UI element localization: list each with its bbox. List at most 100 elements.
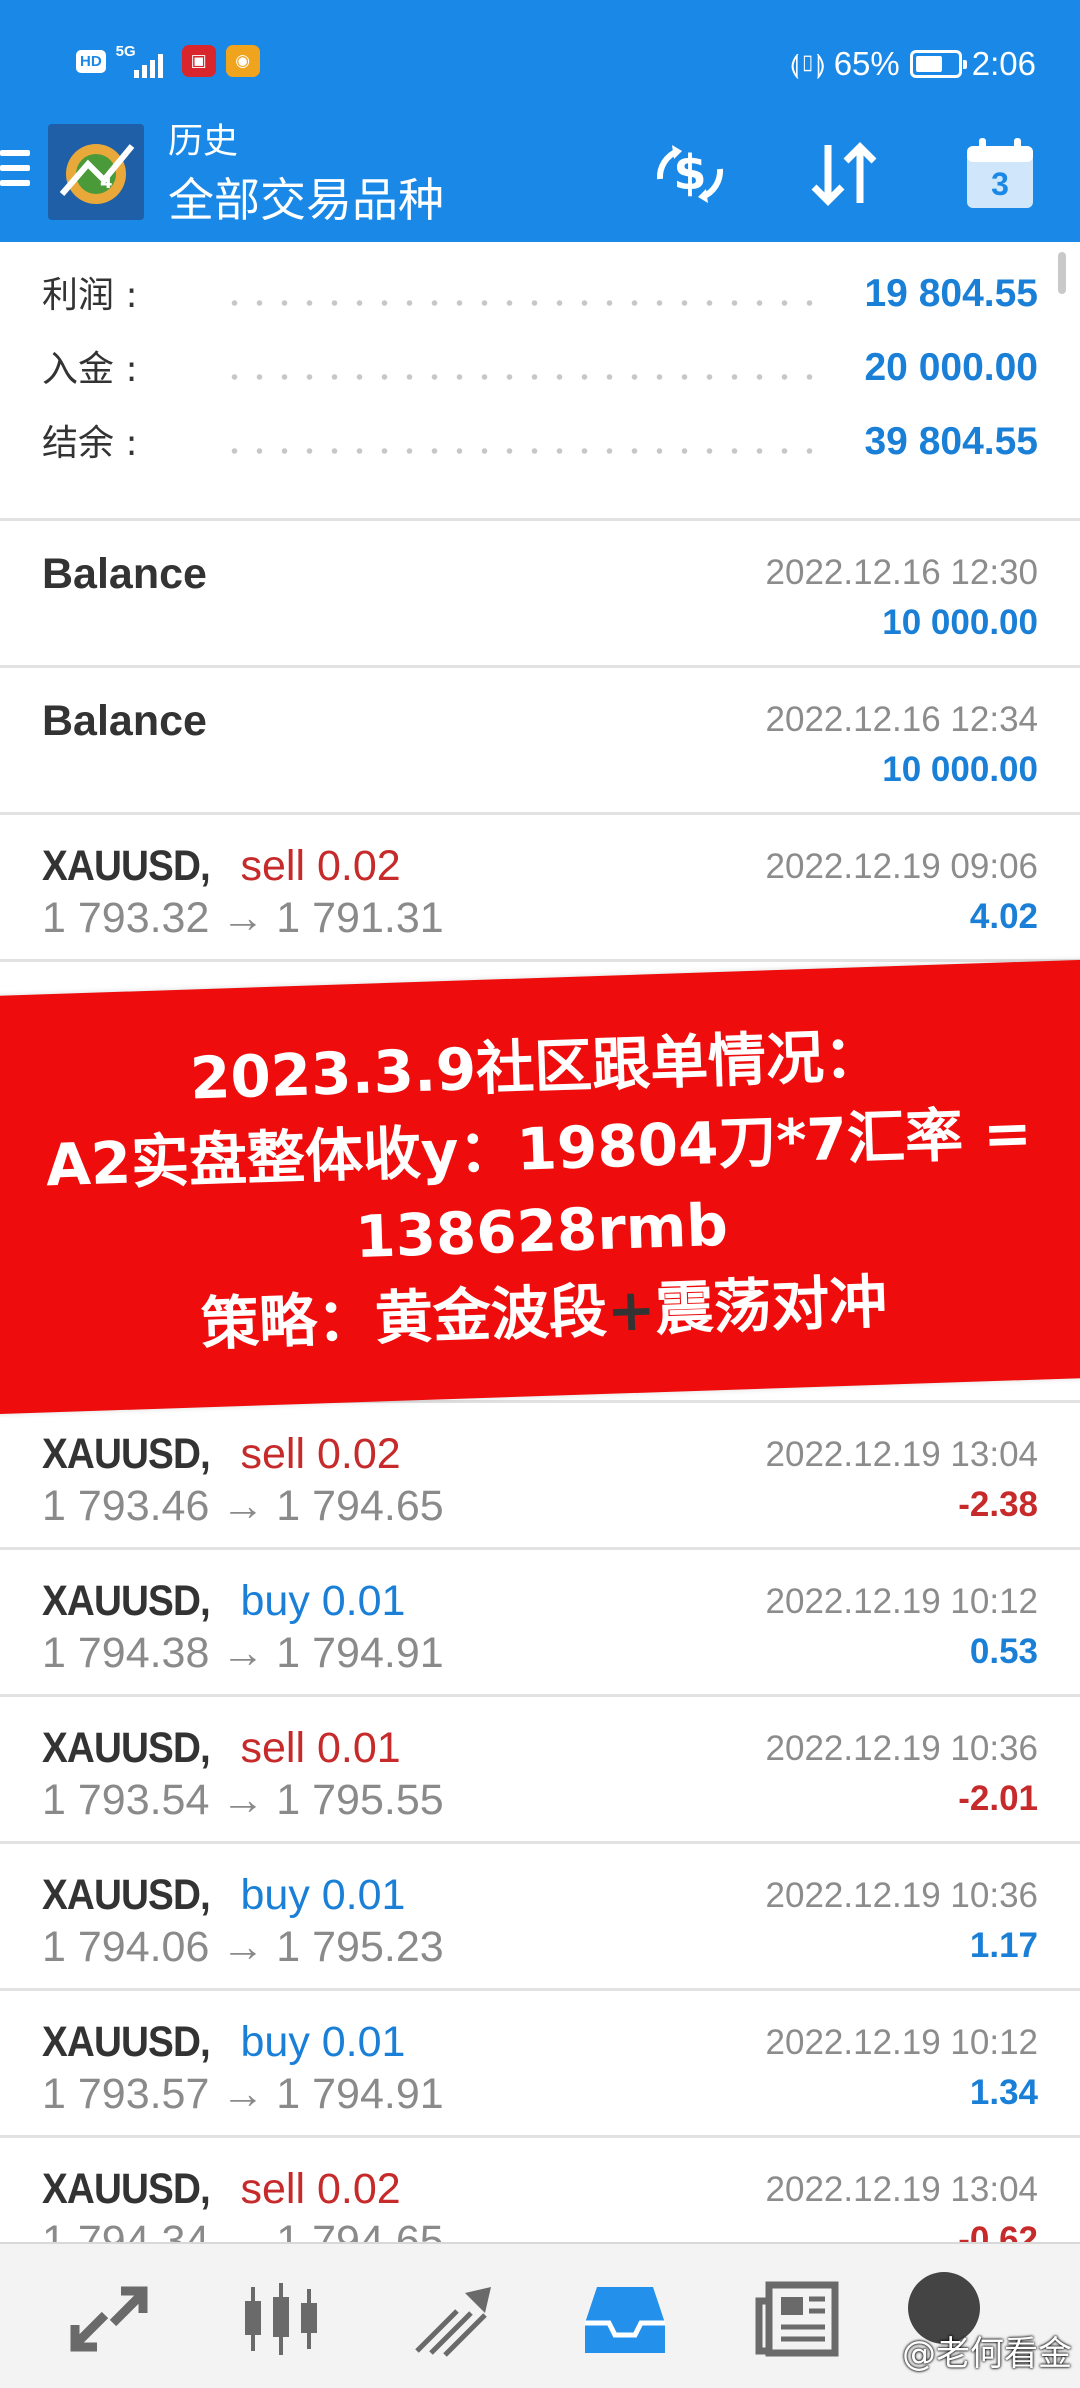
menu-icon[interactable]	[0, 150, 30, 198]
row-title: XAUUSD, sell 0.02	[42, 1429, 401, 1479]
row-prices: 1 793.54 → 1 795.55	[42, 1776, 444, 1824]
row-side: buy 0.01	[240, 1871, 406, 1919]
summary-panel: 利润 : 19 804.55 入金 : 20 000.00 结余 : 39 80…	[0, 262, 1080, 520]
signal-icon: 5G	[116, 44, 172, 78]
row-time: 2022.12.19 09:06	[765, 847, 1038, 886]
hd-badge: HD	[76, 49, 106, 73]
row-title: XAUUSD, sell 0.01	[42, 1723, 401, 1773]
banner-strategy: 策略：黄金波段	[199, 1276, 608, 1359]
battery-percent: 65%	[833, 45, 900, 82]
list-item-trade[interactable]: XAUUSD, buy 0.01 1 794.38 → 1 794.91 202…	[0, 1547, 1080, 1694]
summary-deposit: 入金 : 20 000.00	[0, 336, 1080, 410]
title-block[interactable]: 历史 全部交易品种	[168, 116, 444, 232]
row-time: 2022.12.16 12:30	[765, 553, 1038, 592]
row-side: sell 0.01	[240, 1724, 401, 1772]
dot-leader	[222, 299, 820, 307]
row-side: sell 0.02	[240, 1430, 401, 1478]
list-item-trade[interactable]: XAUUSD, sell 0.02 1 793.46 → 1 794.65 20…	[0, 1400, 1080, 1547]
weibo-icon: ◉	[225, 45, 260, 77]
list-item-trade[interactable]: XAUUSD, buy 0.01 1 794.06 → 1 795.23 202…	[0, 1841, 1080, 1988]
list-item-trade[interactable]: XAUUSD, sell 0.01 1 793.54 → 1 795.55 20…	[0, 1694, 1080, 1841]
row-amount: 10 000.00	[882, 750, 1038, 789]
status-right: ⟬▯⟭ 65% 2:06	[790, 44, 1036, 84]
app-bar: 4 历史 全部交易品种 $ 3	[0, 112, 1080, 242]
row-symbol: XAUUSD,	[42, 1577, 211, 1625]
row-amount: -2.38	[958, 1485, 1038, 1524]
row-prices: 1 794.06 → 1 795.23	[42, 1923, 444, 1971]
row-time: 2022.12.19 13:04	[765, 1435, 1038, 1474]
summary-label: 结余 :	[42, 423, 138, 464]
page-subtitle: 历史	[168, 122, 239, 162]
row-amount: -2.01	[958, 1779, 1038, 1818]
banner-plus: +	[605, 1275, 657, 1345]
row-time: 2022.12.19 10:12	[765, 2023, 1038, 2062]
page-title: 全部交易品种	[168, 173, 444, 227]
list-item-balance[interactable]: Balance 2022.12.16 12:34 10 000.00	[0, 665, 1080, 812]
battery-icon	[909, 50, 967, 78]
calendar-icon[interactable]: 3	[958, 134, 1042, 214]
promo-banner: 2023.3.9社区跟单情况： A2实盘整体收y：19804刀*7汇率 = 13…	[0, 959, 1080, 1415]
row-time: 2022.12.19 10:36	[765, 1729, 1038, 1768]
dot-leader	[222, 373, 820, 381]
row-side: buy 0.01	[240, 1577, 406, 1625]
row-amount: 1.34	[969, 2073, 1038, 2112]
row-symbol: XAUUSD,	[42, 2018, 211, 2066]
banner-text: 2023.3.9社区跟单情况： A2实盘整体收y：19804刀*7汇率 = 13…	[0, 1008, 1080, 1373]
row-side: sell 0.02	[240, 2165, 401, 2213]
row-time: 2022.12.19 10:36	[765, 1876, 1038, 1915]
row-side: buy 0.01	[240, 2018, 406, 2066]
network-label: 5G	[115, 43, 136, 60]
vibrate-icon: ⟬▯⟭	[789, 49, 826, 79]
row-title: XAUUSD, sell 0.02	[42, 2164, 401, 2214]
watermark: @老何看金	[902, 2334, 1072, 2374]
list-item-balance[interactable]: Balance 2022.12.16 12:30 10 000.00	[0, 518, 1080, 665]
summary-value: 19 804.55	[864, 272, 1038, 315]
row-symbol: XAUUSD,	[42, 842, 211, 890]
row-title: Balance	[42, 550, 207, 598]
quotes-icon[interactable]	[54, 2264, 164, 2374]
row-title: XAUUSD, buy 0.01	[42, 1576, 405, 1626]
list-item-trade[interactable]: XAUUSD, buy 0.01 1 793.57 → 1 794.91 202…	[0, 1988, 1080, 2135]
summary-value: 20 000.00	[864, 346, 1038, 389]
row-title: XAUUSD, buy 0.01	[42, 1870, 405, 1920]
row-title: XAUUSD, sell 0.02	[42, 841, 401, 891]
metatrader-logo-icon[interactable]: 4	[48, 124, 144, 220]
row-time: 2022.12.19 13:04	[765, 2170, 1038, 2209]
svg-text:4: 4	[100, 172, 113, 193]
chart-icon[interactable]	[226, 2264, 336, 2374]
row-side: sell 0.02	[240, 842, 401, 890]
history-icon[interactable]	[570, 2264, 680, 2374]
row-prices: 1 794.38 → 1 794.91	[42, 1629, 444, 1677]
row-time: 2022.12.19 10:12	[765, 1582, 1038, 1621]
top-bar: HD 5G ▣ ◉ ⟬▯⟭ 65% 2:06 4 历史 全部交易品种 $ 3	[0, 0, 1080, 242]
dot-leader	[222, 447, 820, 455]
row-amount: 4.02	[969, 897, 1038, 936]
summary-label: 入金 :	[42, 349, 138, 390]
bottom-navigation: @老何看金	[0, 2242, 1080, 2388]
clock: 2:06	[971, 45, 1036, 82]
sort-icon[interactable]	[802, 134, 886, 214]
row-prices: 1 793.46 → 1 794.65	[42, 1482, 444, 1530]
notification-app-icon: ▣	[181, 45, 216, 77]
summary-label: 利润 :	[42, 275, 138, 316]
row-prices: 1 793.57 → 1 794.91	[42, 2070, 444, 2118]
summary-balance: 结余 : 39 804.55	[0, 410, 1080, 484]
status-left: HD 5G ▣ ◉	[76, 44, 260, 78]
calendar-day: 3	[991, 166, 1009, 202]
row-amount: 10 000.00	[882, 603, 1038, 642]
news-icon[interactable]	[742, 2264, 852, 2374]
row-amount: 0.53	[969, 1632, 1038, 1671]
row-symbol: XAUUSD,	[42, 1430, 211, 1478]
list-item-trade[interactable]: XAUUSD, sell 0.02 1 793.32 → 1 791.31 20…	[0, 812, 1080, 959]
banner-strategy-2: 震荡对冲	[654, 1267, 889, 1344]
row-symbol: XAUUSD,	[42, 1871, 211, 1919]
currency-exchange-icon[interactable]: $	[648, 134, 732, 214]
status-bar: HD 5G ▣ ◉ ⟬▯⟭ 65% 2:06	[0, 38, 1080, 92]
row-prices: 1 793.32 → 1 791.31	[42, 894, 444, 942]
trade-icon[interactable]	[398, 2264, 508, 2374]
row-symbol: XAUUSD,	[42, 1724, 211, 1772]
summary-profit: 利润 : 19 804.55	[0, 262, 1080, 336]
summary-value: 39 804.55	[864, 420, 1038, 463]
row-symbol: XAUUSD,	[42, 2165, 211, 2213]
row-time: 2022.12.16 12:34	[765, 700, 1038, 739]
